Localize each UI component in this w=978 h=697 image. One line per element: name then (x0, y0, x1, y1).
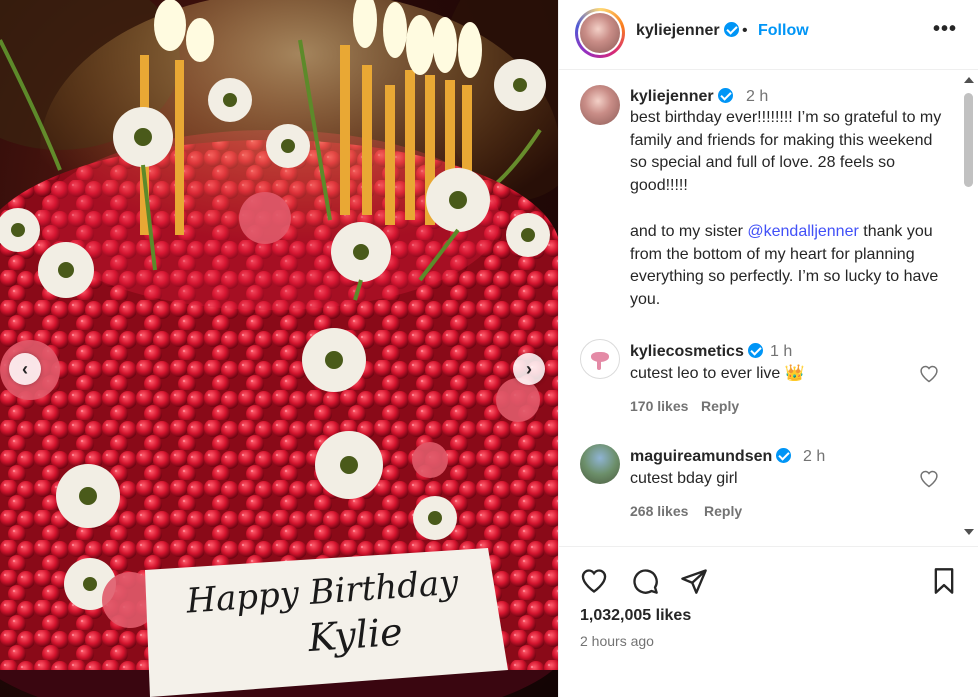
caption-text-paragraph-1: best birthday ever!!!!!!!! I’m so gratef… (630, 109, 942, 194)
comment-time: 1 h (770, 343, 793, 360)
comment-username[interactable]: kyliecosmetics (630, 343, 763, 361)
lips-drip-icon (597, 360, 601, 370)
scroll-down-arrow-icon[interactable] (964, 529, 974, 535)
caption-username[interactable]: kyliejenner (630, 88, 733, 106)
caption-text-before: and to my sister (630, 223, 748, 240)
cake-card-text: Happy Birthday Kylie (156, 559, 494, 697)
reply-button[interactable]: Reply (701, 398, 739, 414)
post-timestamp[interactable]: 2 hours ago (580, 633, 654, 649)
verified-badge-icon (776, 448, 792, 463)
comment-avatar[interactable] (580, 339, 620, 379)
comment-text: cutest leo to ever live 👑 (630, 365, 805, 382)
caption-time: 2 h (746, 88, 769, 105)
header-separator: • (742, 22, 748, 39)
scrollbar-thumb[interactable] (964, 93, 973, 187)
comment-likes[interactable]: 268 likes (630, 503, 688, 519)
comment-username-label: kyliecosmetics (630, 343, 744, 360)
post-actions: 1,032,005 likes 2 hours ago (559, 546, 978, 697)
comment-bubble-icon[interactable] (631, 567, 659, 595)
post-panel: kyliejenner • Follow ••• kyliejenner 2 h… (558, 0, 978, 697)
avatar-image (580, 13, 620, 53)
verified-badge-icon (717, 88, 733, 103)
verified-badge-icon (747, 343, 763, 358)
caption-text-paragraph-2: and to my sister @kendalljenner thank yo… (630, 221, 950, 311)
caption-username-label: kyliejenner (630, 88, 714, 105)
scroll-up-arrow-icon[interactable] (964, 77, 974, 83)
post-header: kyliejenner • Follow ••• (559, 0, 978, 70)
more-options-icon[interactable]: ••• (933, 18, 957, 41)
post-likes-count[interactable]: 1,032,005 likes (580, 607, 691, 625)
chevron-left-icon: ‹ (22, 358, 28, 379)
like-comment-heart-icon[interactable] (919, 364, 939, 384)
comment-time: 2 h (803, 448, 826, 465)
author-username-label: kyliejenner (636, 22, 720, 39)
comment-avatar[interactable] (580, 444, 620, 484)
carousel-next-button[interactable]: › (513, 353, 545, 385)
post-media[interactable]: Happy Birthday Kylie ‹ › (0, 0, 558, 697)
comment-likes[interactable]: 170 likes (630, 398, 688, 414)
mention-link[interactable]: @kendalljenner (747, 223, 858, 240)
author-username[interactable]: kyliejenner (636, 22, 739, 40)
chevron-right-icon: › (526, 358, 532, 379)
comments-scrollbar[interactable] (960, 73, 977, 539)
share-paper-plane-icon[interactable] (680, 567, 708, 595)
comment-username[interactable]: maguireamundsen (630, 448, 792, 466)
like-heart-icon[interactable] (580, 567, 608, 595)
comment-text: cutest bday girl (630, 470, 738, 487)
reply-button[interactable]: Reply (704, 503, 742, 519)
comments-section[interactable]: kyliejenner 2 h best birthday ever!!!!!!… (559, 71, 978, 545)
save-bookmark-icon[interactable] (930, 567, 958, 595)
verified-badge-icon (723, 22, 739, 37)
follow-button[interactable]: Follow (758, 22, 809, 40)
like-comment-heart-icon[interactable] (919, 469, 939, 489)
caption-author-avatar[interactable] (580, 85, 620, 125)
carousel-prev-button[interactable]: ‹ (9, 353, 41, 385)
comment-username-label: maguireamundsen (630, 448, 773, 465)
author-avatar[interactable] (575, 8, 625, 58)
